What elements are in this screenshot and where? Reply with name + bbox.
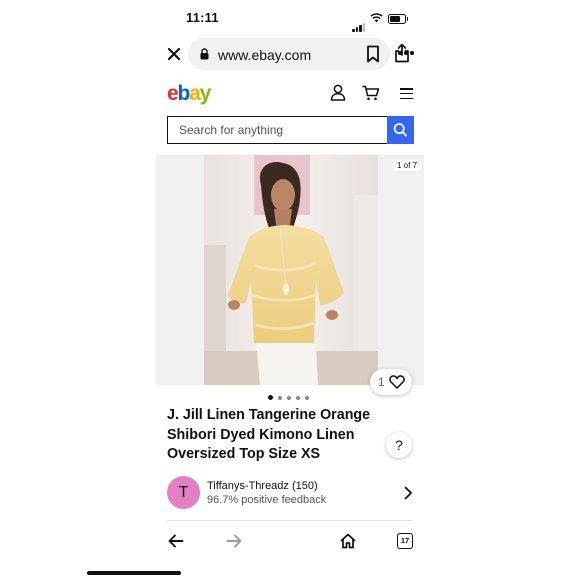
lock-icon bbox=[200, 48, 209, 60]
product-photo[interactable] bbox=[204, 155, 378, 385]
gallery-dot[interactable] bbox=[305, 396, 309, 400]
search-button[interactable] bbox=[387, 116, 414, 144]
signal-icon bbox=[352, 14, 366, 32]
image-gallery[interactable]: 1 of 7 1 bbox=[156, 155, 424, 395]
tabs-icon[interactable]: 17 bbox=[397, 533, 413, 549]
address-bar[interactable]: www.ebay.com bbox=[188, 38, 409, 70]
home-icon[interactable] bbox=[340, 533, 356, 549]
phone-screen: 11:11 www.ebay.com ebay Search for anyth… bbox=[156, 0, 424, 580]
chevron-right-icon[interactable] bbox=[403, 486, 413, 500]
watch-count: 1 bbox=[378, 375, 385, 389]
listing-title: J. Jill Linen Tangerine Orange Shibori D… bbox=[167, 407, 371, 463]
watch-button[interactable]: 1 bbox=[370, 369, 412, 395]
more-icon[interactable] bbox=[398, 51, 416, 55]
seller-name: Tiffanys-Threadz (150) bbox=[207, 480, 318, 492]
ebay-logo[interactable]: ebay bbox=[167, 82, 211, 106]
forward-icon[interactable] bbox=[226, 534, 242, 548]
browser-toolbar: www.ebay.com bbox=[156, 36, 424, 72]
user-icon[interactable] bbox=[330, 84, 346, 101]
gallery-dot[interactable] bbox=[278, 396, 282, 400]
divider bbox=[167, 520, 413, 521]
seller-feedback: 96.7% positive feedback bbox=[207, 494, 327, 506]
status-time: 11:11 bbox=[186, 10, 219, 25]
status-bar: 11:11 bbox=[156, 8, 424, 32]
avatar: T bbox=[167, 476, 200, 509]
gallery-dot[interactable] bbox=[296, 396, 300, 400]
gallery-dot[interactable] bbox=[268, 395, 273, 400]
gallery-dots bbox=[268, 395, 314, 400]
browser-bottom-bar: 17 bbox=[156, 530, 424, 554]
cart-icon[interactable] bbox=[362, 85, 380, 101]
back-icon[interactable] bbox=[168, 534, 184, 548]
help-button[interactable]: ? bbox=[386, 432, 412, 458]
menu-icon[interactable] bbox=[400, 88, 413, 102]
image-counter: 1 of 7 bbox=[392, 160, 423, 171]
search-icon bbox=[393, 123, 407, 137]
home-indicator bbox=[87, 571, 181, 575]
search-input[interactable] bbox=[168, 117, 385, 143]
gallery-dot[interactable] bbox=[287, 396, 291, 400]
battery-icon bbox=[388, 14, 408, 24]
bookmark-icon[interactable] bbox=[366, 45, 380, 63]
seller-card[interactable]: T Tiffanys-Threadz (150) 96.7% positive … bbox=[167, 476, 413, 510]
search-box bbox=[167, 116, 389, 144]
url-text[interactable]: www.ebay.com bbox=[218, 47, 311, 63]
heart-icon bbox=[389, 375, 405, 389]
ebay-header: ebay bbox=[156, 82, 424, 106]
close-icon[interactable] bbox=[164, 44, 184, 64]
wifi-icon bbox=[370, 13, 383, 23]
